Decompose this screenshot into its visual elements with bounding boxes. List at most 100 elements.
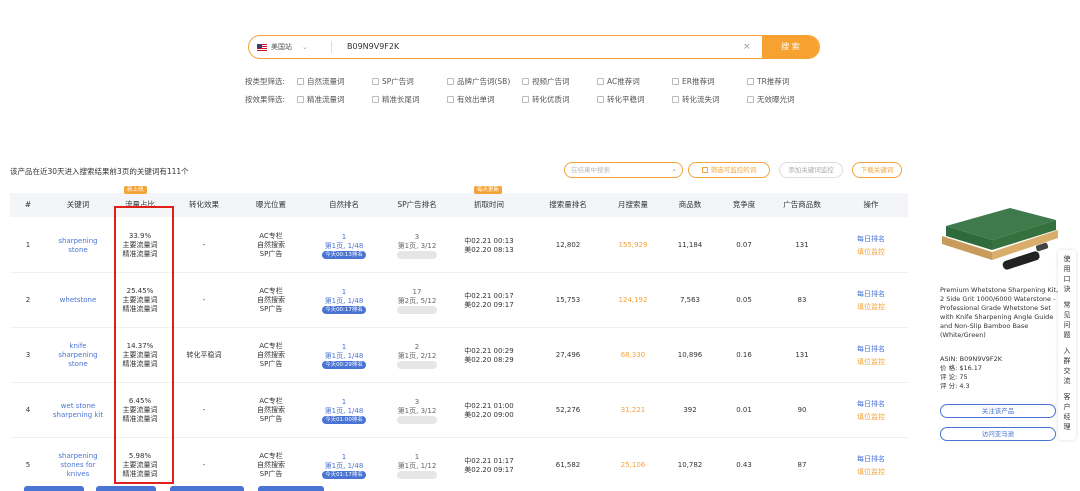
row-index: 3 [18,328,38,383]
effect-filter-option[interactable]: 精准长尾词 [372,94,447,105]
search-icon[interactable]: ⌕ [672,163,676,177]
organic-rank-value[interactable]: 1 [342,453,346,462]
organic-rank-value[interactable]: 1 [342,288,346,297]
organic-rank-page[interactable]: 第1页, 1/48 [325,297,364,306]
clear-icon[interactable]: × [743,36,751,58]
keyword-link[interactable]: sharpening stone [50,237,106,255]
checkbox[interactable] [447,77,454,85]
col-crawl-time[interactable]: 抓取时间 [462,193,516,217]
search-button[interactable]: 搜 索 [762,36,819,58]
checkbox[interactable] [672,95,679,103]
type-filter-option[interactable]: 视频广告词 [522,76,597,87]
checkbox[interactable] [522,95,529,103]
type-filter-option[interactable]: TR推荐词 [747,76,822,87]
keyword-link[interactable]: wet stone sharpening kit [50,402,106,420]
organic-rank-value[interactable]: 1 [342,233,346,242]
daily-rank-link[interactable]: 每日排名 [857,398,885,411]
daily-rank-link[interactable]: 每日排名 [857,233,885,246]
daily-rank-link[interactable]: 每日排名 [857,453,885,466]
col-products[interactable]: 商品数 [670,193,710,217]
checkbox[interactable] [672,77,679,85]
keyword-link[interactable]: sharpening stones for knives [50,452,106,479]
account-manager-link[interactable]: 客户经理 [1062,392,1072,432]
col-ad-products[interactable]: 广告商品数 [774,193,830,217]
daily-rank-link[interactable]: 每日排名 [857,288,885,301]
organic-rank-page[interactable]: 第1页, 1/48 [325,407,364,416]
checkbox[interactable] [297,77,304,85]
keyword-link[interactable]: whetstone [60,296,97,305]
sp-rank-value[interactable]: 3 [415,398,419,407]
result-search-input[interactable]: 在结果中搜索 ⌕ [564,162,683,178]
bottom-button[interactable] [258,486,324,491]
visit-amazon-button[interactable]: 访问亚马逊 [940,427,1056,441]
country-select[interactable]: 美国站 ⌄ [257,36,327,58]
sp-rank-value[interactable]: 1 [415,453,419,462]
monthly-volume-value[interactable]: 31,221 [621,406,646,415]
sp-rank-value[interactable]: 2 [415,343,419,352]
bottom-button[interactable] [96,486,156,491]
effect-filter-option[interactable]: 精准流量词 [297,94,372,105]
search-input[interactable]: B09N9V9F2K [347,36,399,58]
monitor-link[interactable]: 填位监控 [857,356,885,369]
checkbox[interactable] [701,167,708,173]
monitor-link[interactable]: 填位监控 [857,411,885,424]
monthly-volume-value[interactable]: 124,192 [619,296,648,305]
effect-filter-option[interactable]: 转化流失词 [672,94,747,105]
col-sp-rank[interactable]: SP广告排名 [384,193,450,217]
checkbox[interactable] [372,77,379,85]
checkbox[interactable] [447,95,454,103]
faq-link[interactable]: 常见问题 [1062,300,1072,340]
organic-rank-value[interactable]: 1 [342,343,346,352]
checkbox[interactable] [372,95,379,103]
type-filter-option[interactable]: 品牌广告词(SB) [447,76,522,87]
daily-rank-link[interactable]: 每日排名 [857,343,885,356]
effect-filter-option[interactable]: 无效曝光词 [747,94,822,105]
col-monthly-volume[interactable]: 月搜索量 [608,193,658,217]
monthly-volume-value[interactable]: 25,106 [621,461,646,470]
type-filter-option[interactable]: ER推荐词 [672,76,747,87]
join-group-link[interactable]: 入群交流 [1062,346,1072,386]
conversion-value: - [202,406,206,414]
country-label: 美国站 [271,43,292,51]
type-filter-option[interactable]: SP广告词 [372,76,447,87]
effect-filter-option[interactable]: 有效出单词 [447,94,522,105]
type-filter-option[interactable]: 自然流量词 [297,76,372,87]
checkbox[interactable] [297,95,304,103]
monthly-volume-value[interactable]: 68,330 [621,351,646,360]
col-organic-rank[interactable]: 自然排名 [314,193,374,217]
monitor-link[interactable]: 填位监控 [857,301,885,314]
add-monitor-button[interactable]: 添加关键词监控 [779,162,843,178]
type-filter-option[interactable]: AC推荐词 [597,76,672,87]
follow-product-button[interactable]: 关注该产品 [940,404,1056,418]
checkbox[interactable] [597,95,604,103]
col-competition[interactable]: 竞争度 [726,193,762,217]
ad-products-cell: 83 [774,273,830,328]
checkbox[interactable] [522,77,529,85]
monitorable-filter-toggle[interactable]: 筛选可监控的词 [688,162,770,178]
option-label: 转化平稳词 [607,94,645,104]
product-title[interactable]: Premium Whetstone Sharpening Kit, 2 Side… [940,286,1060,340]
download-keywords-button[interactable]: 下载关键词 [852,162,902,178]
checkbox[interactable] [747,95,754,103]
usage-tips-link[interactable]: 使用口诀 [1062,254,1072,294]
col-search-rank[interactable]: 搜索量排名 [538,193,598,217]
organic-rank-page[interactable]: 第1页, 1/48 [325,462,364,471]
sp-rank-value[interactable]: 3 [415,233,419,242]
monitor-link[interactable]: 填位监控 [857,246,885,259]
bottom-button[interactable] [24,486,84,491]
bottom-button[interactable] [170,486,244,491]
products-cell: 7,563 [670,273,710,328]
checkbox[interactable] [747,77,754,85]
monthly-volume-value[interactable]: 155,929 [619,241,648,250]
sp-rank-value[interactable]: 17 [413,288,422,297]
crawl-time-cn: 中02.21 01:00 [464,401,514,410]
effect-filter-option[interactable]: 转化优质词 [522,94,597,105]
organic-rank-page[interactable]: 第1页, 1/48 [325,352,364,361]
effect-filter-option[interactable]: 转化平稳词 [597,94,672,105]
exposure-position: AC专栏 [259,287,283,295]
organic-rank-value[interactable]: 1 [342,398,346,407]
monitor-link[interactable]: 填位监控 [857,466,885,479]
checkbox[interactable] [597,77,604,85]
keyword-link[interactable]: knife sharpening stone [50,342,106,369]
organic-rank-page[interactable]: 第1页, 1/48 [325,242,364,251]
